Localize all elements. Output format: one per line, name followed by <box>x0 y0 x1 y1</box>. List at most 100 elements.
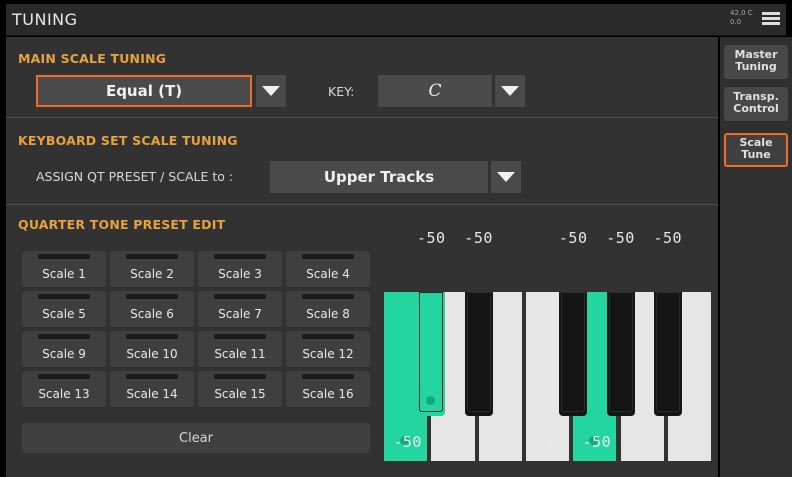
white-key-cents: -50 <box>440 433 470 451</box>
tab-master-tuning[interactable]: Master Tuning <box>724 45 788 79</box>
scale-button[interactable]: Scale 9 <box>22 331 106 367</box>
white-key-cents: -50 <box>393 433 422 451</box>
scale-button-label: Scale 14 <box>126 387 178 401</box>
key-dropdown-button[interactable] <box>495 75 525 107</box>
black-key-d-sharp[interactable] <box>464 292 493 416</box>
chevron-down-icon <box>501 86 519 96</box>
scale-button[interactable]: Scale 2 <box>110 251 194 287</box>
scale-button-label: Scale 15 <box>214 387 266 401</box>
key-bevel <box>466 292 491 412</box>
scale-button-label: Scale 3 <box>218 267 262 281</box>
scale-led <box>126 334 178 339</box>
section-divider <box>6 204 718 205</box>
assign-dropdown-button[interactable] <box>491 161 521 193</box>
chevron-down-icon <box>262 86 280 96</box>
scale-button-label: Scale 8 <box>306 307 350 321</box>
white-key-cents: -50 <box>535 433 564 451</box>
scale-led <box>214 294 266 299</box>
black-key-a-sharp[interactable] <box>653 292 682 416</box>
status-bottom: 0.0 <box>730 18 742 26</box>
tab-label: Tune <box>741 148 771 161</box>
scale-button-label: Scale 5 <box>42 307 86 321</box>
scale-led <box>38 334 90 339</box>
key-bevel <box>419 292 444 412</box>
scale-button-label: Scale 11 <box>214 347 266 361</box>
scale-led <box>38 374 90 379</box>
scale-led <box>302 254 354 259</box>
menu-icon[interactable] <box>762 12 780 26</box>
main-scale-title: MAIN SCALE TUNING <box>18 51 167 66</box>
section-divider <box>6 117 718 118</box>
scale-button-label: Scale 1 <box>42 267 86 281</box>
scale-button[interactable]: Scale 12 <box>286 331 370 367</box>
qt-preset-title: QUARTER TONE PRESET EDIT <box>18 217 226 232</box>
main-scale-dropdown-button[interactable] <box>256 75 286 107</box>
scale-button-label: Scale 9 <box>42 347 86 361</box>
main-scale-select[interactable]: Equal (T) <box>36 75 252 107</box>
key-label: KEY: <box>328 84 355 99</box>
scale-button[interactable]: Scale 1 <box>22 251 106 287</box>
black-key-cents: -50 <box>464 229 493 247</box>
scale-button[interactable]: Scale 7 <box>198 291 282 327</box>
tab-label: Tuning <box>735 60 777 73</box>
header-bar: TUNING 42.0 C 0.0 <box>6 4 786 36</box>
clear-button[interactable]: Clear <box>22 423 370 453</box>
scale-button[interactable]: Scale 11 <box>198 331 282 367</box>
white-key-cents: -52 <box>677 433 706 451</box>
status-readout: 42.0 C 0.0 <box>730 9 756 27</box>
black-key-cents: -50 <box>653 229 683 247</box>
scale-led <box>214 254 266 259</box>
black-key-cents: -50 <box>417 229 446 247</box>
white-key-cents: -48 <box>487 433 517 451</box>
keyboard-set-title: KEYBOARD SET SCALE TUNING <box>18 133 238 148</box>
scale-button-label: Scale 13 <box>38 387 90 401</box>
page-title: TUNING <box>12 10 78 29</box>
black-key-g-sharp[interactable] <box>606 292 635 416</box>
scale-button[interactable]: Scale 10 <box>110 331 194 367</box>
scale-led <box>38 254 90 259</box>
scale-button-label: Scale 10 <box>126 347 178 361</box>
black-key-f-sharp[interactable] <box>559 292 588 416</box>
assign-label: ASSIGN QT PRESET / SCALE to : <box>36 169 234 184</box>
sidebar: Master Tuning Transp. Control Scale Tune <box>720 37 792 477</box>
scale-button-label: Scale 6 <box>130 307 174 321</box>
scale-button[interactable]: Scale 5 <box>22 291 106 327</box>
scale-led <box>214 374 266 379</box>
scale-led <box>126 294 178 299</box>
tab-scale-tune[interactable]: Scale Tune <box>724 133 788 167</box>
scale-led <box>126 374 178 379</box>
key-bevel <box>655 292 680 412</box>
key-bevel <box>608 292 633 412</box>
tab-label: Control <box>733 102 779 115</box>
scale-button[interactable]: Scale 6 <box>110 291 194 327</box>
black-key-c-sharp[interactable] <box>417 292 446 416</box>
scale-button[interactable]: Scale 8 <box>286 291 370 327</box>
scale-button-label: Scale 16 <box>302 387 354 401</box>
black-key-cents: -50 <box>558 229 588 247</box>
main-panel: MAIN SCALE TUNING Equal (T) KEY: C KEYBO… <box>6 37 718 477</box>
scale-led <box>126 254 178 259</box>
scale-button[interactable]: Scale 13 <box>22 371 106 407</box>
scale-led <box>38 294 90 299</box>
scale-led <box>214 334 266 339</box>
tab-transp-control[interactable]: Transp. Control <box>724 87 788 121</box>
scale-button-label: Scale 7 <box>218 307 262 321</box>
scale-led <box>302 294 354 299</box>
scale-button[interactable]: Scale 14 <box>110 371 194 407</box>
key-select[interactable]: C <box>378 75 492 107</box>
scale-button-label: Scale 2 <box>130 267 174 281</box>
key-bevel <box>561 292 586 412</box>
scale-button[interactable]: Scale 3 <box>198 251 282 287</box>
scale-button[interactable]: Scale 15 <box>198 371 282 407</box>
scale-button-label: Scale 4 <box>306 267 350 281</box>
scale-led <box>302 334 354 339</box>
white-key-cents: -50 <box>582 433 612 451</box>
chevron-down-icon <box>497 172 515 182</box>
scale-button-label: Scale 12 <box>302 347 354 361</box>
scale-button[interactable]: Scale 4 <box>286 251 370 287</box>
scale-led <box>302 374 354 379</box>
white-key-cents: -50 <box>629 433 659 451</box>
status-top: 42.0 C <box>730 9 753 17</box>
scale-button[interactable]: Scale 16 <box>286 371 370 407</box>
assign-target-select[interactable]: Upper Tracks <box>270 161 488 193</box>
